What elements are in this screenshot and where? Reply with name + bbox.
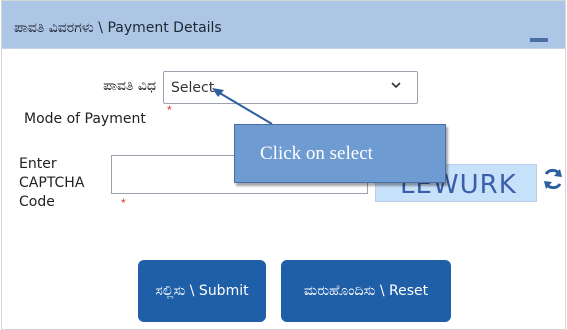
minimize-icon[interactable] [530,38,548,42]
panel-title: ಪಾವತಿ ವಿವರಗಳು \ Payment Details [14,20,222,36]
mode-of-payment-label-kn: ಪಾವತಿ ವಿಧ [103,78,156,94]
instruction-callout: Click on select [234,124,446,183]
submit-button[interactable]: ಸಲ್ಲಿಸು \ Submit [138,260,266,322]
select-value: Select [171,80,215,96]
mode-of-payment-select[interactable]: Select [163,71,418,104]
panel-header: ಪಾವತಿ ವಿವರಗಳು \ Payment Details [2,1,565,49]
captcha-label: Enter CAPTCHA Code [19,155,84,212]
captcha-label-line1: Enter [19,156,57,172]
chevron-down-icon [391,82,401,89]
captcha-label-line3: Code [19,194,55,210]
required-marker: * [121,196,126,210]
required-marker: * [167,103,172,117]
captcha-label-line2: CAPTCHA [19,175,85,191]
mode-of-payment-label: Mode of Payment [24,111,146,127]
reset-button[interactable]: ಮರುಹೊಂದಿಸು \ Reset [281,260,451,322]
refresh-icon[interactable] [540,166,566,192]
